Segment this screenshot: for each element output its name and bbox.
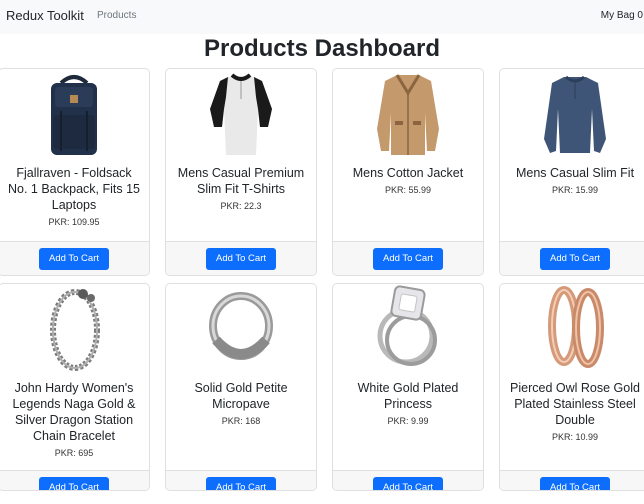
product-title: John Hardy Women's Legends Naga Gold & S… xyxy=(12,381,136,443)
product-title: Pierced Owl Rose Gold Plated Stainless S… xyxy=(510,381,640,427)
backpack-icon xyxy=(51,75,97,155)
card-footer: Add To Cart xyxy=(333,470,483,490)
product-title: Solid Gold Petite Micropave xyxy=(194,381,288,411)
product-card: Mens Casual Premium Slim Fit T-Shirts PK… xyxy=(165,68,317,276)
product-card: Solid Gold Petite Micropave PKR: 168 Add… xyxy=(165,283,317,491)
earrings-icon xyxy=(548,286,604,368)
add-to-cart-button[interactable]: Add To Cart xyxy=(540,477,610,490)
jacket-icon xyxy=(377,74,439,155)
product-card: Pierced Owl Rose Gold Plated Stainless S… xyxy=(499,283,644,491)
product-price: PKR: 168 xyxy=(221,416,261,426)
product-image xyxy=(166,69,316,167)
brand-link[interactable]: Redux Toolkit xyxy=(6,8,84,23)
product-card: Mens Cotton Jacket PKR: 55.99 Add To Car… xyxy=(332,68,484,276)
card-footer: Add To Cart xyxy=(166,241,316,275)
add-to-cart-button[interactable]: Add To Cart xyxy=(540,248,610,270)
product-image xyxy=(500,284,644,382)
product-price: PKR: 22.3 xyxy=(220,201,262,211)
product-price: PKR: 15.99 xyxy=(551,185,599,195)
card-footer: Add To Cart xyxy=(0,241,149,275)
product-title: Fjallraven - Foldsack No. 1 Backpack, Fi… xyxy=(7,166,140,212)
product-image xyxy=(333,69,483,167)
product-image xyxy=(166,284,316,382)
product-title: White Gold Plated Princess xyxy=(357,381,459,411)
add-to-cart-button[interactable]: Add To Cart xyxy=(39,477,109,490)
nav-link-products[interactable]: Products xyxy=(97,10,136,21)
navbar: Redux Toolkit Products My Bag 0 xyxy=(0,0,644,34)
product-price: PKR: 9.99 xyxy=(387,416,429,426)
product-price: PKR: 55.99 xyxy=(384,185,432,195)
add-to-cart-button[interactable]: Add To Cart xyxy=(206,248,276,270)
ring-icon xyxy=(209,292,273,360)
diamond-ring-icon xyxy=(377,285,437,366)
card-footer: Add To Cart xyxy=(166,470,316,490)
product-price: PKR: 10.99 xyxy=(551,432,599,442)
product-title: Mens Cotton Jacket xyxy=(352,166,464,180)
add-to-cart-button[interactable]: Add To Cart xyxy=(373,477,443,490)
product-card: White Gold Plated Princess PKR: 9.99 Add… xyxy=(332,283,484,491)
product-image xyxy=(0,69,149,167)
product-image xyxy=(500,69,644,167)
tshirt-icon xyxy=(210,73,272,155)
card-footer: Add To Cart xyxy=(500,470,644,490)
product-card: John Hardy Women's Legends Naga Gold & S… xyxy=(0,283,150,491)
product-image xyxy=(0,284,149,382)
bracelet-icon xyxy=(50,289,100,371)
product-title: Mens Casual Premium Slim Fit T-Shirts xyxy=(177,166,305,196)
card-footer: Add To Cart xyxy=(333,241,483,275)
sweater-icon xyxy=(544,75,606,153)
add-to-cart-button[interactable]: Add To Cart xyxy=(206,477,276,490)
card-footer: Add To Cart xyxy=(500,241,644,275)
product-title: Mens Casual Slim Fit xyxy=(515,166,635,180)
product-price: PKR: 695 xyxy=(54,448,94,458)
product-card: Fjallraven - Foldsack No. 1 Backpack, Fi… xyxy=(0,68,150,276)
card-footer: Add To Cart xyxy=(0,470,149,490)
product-card: Mens Casual Slim Fit PKR: 15.99 Add To C… xyxy=(499,68,644,276)
page-title: Products Dashboard xyxy=(203,35,441,62)
product-image xyxy=(333,284,483,382)
add-to-cart-button[interactable]: Add To Cart xyxy=(39,248,109,270)
product-price: PKR: 109.95 xyxy=(48,217,100,227)
add-to-cart-button[interactable]: Add To Cart xyxy=(373,248,443,270)
my-bag-link[interactable]: My Bag 0 xyxy=(601,10,643,21)
